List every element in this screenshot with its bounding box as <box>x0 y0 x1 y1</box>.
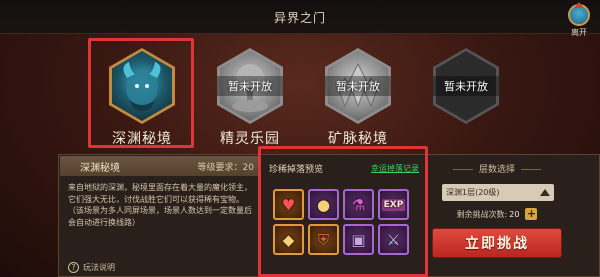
exit-button[interactable]: 离开 <box>564 2 594 38</box>
realm-name: 精灵乐园 <box>220 131 280 147</box>
add-attempts-button[interactable]: + <box>525 208 538 220</box>
title-bar: 异界之门 <box>0 0 600 34</box>
detail-header: 深渊秘境 等级要求：20 <box>60 156 260 176</box>
realm-elf-paradise[interactable]: 暂未开放 精灵乐园 <box>205 48 295 148</box>
floor-dropdown[interactable]: 深渊1层(20级) <box>442 184 554 201</box>
remaining-value: 20 <box>509 209 520 219</box>
floor-panel: 层数选择 深渊1层(20级) 剩余挑战次数: 20 + 立即挑战 <box>432 158 600 274</box>
locked-label: 暂未开放 <box>325 76 391 96</box>
loot-highlight <box>258 146 428 277</box>
help-label: 玩法说明 <box>83 263 115 272</box>
detail-description: 来自地狱的深渊，秘境里面存在着大量的魔化领主，它们强大无比，讨伐战胜它们可以获得… <box>68 183 252 227</box>
question-icon: ? <box>68 262 79 273</box>
challenge-button[interactable]: 立即挑战 <box>432 228 562 258</box>
exit-label: 离开 <box>571 28 587 37</box>
realm-detail: 深渊秘境 等级要求：20 来自地狱的深渊，秘境里面存在着大量的魔化领主，它们强大… <box>60 156 260 277</box>
locked-label: 暂未开放 <box>217 76 283 96</box>
page-title: 异界之门 <box>273 11 326 25</box>
triangle-up-icon <box>540 189 550 196</box>
floor-selected: 深渊1层(20级) <box>446 188 500 197</box>
selection-highlight <box>88 38 194 148</box>
realm-name: 矿脉秘境 <box>328 131 388 147</box>
level-requirement: 等级要求：20 <box>197 162 254 173</box>
detail-name: 深渊秘境 <box>80 162 120 174</box>
floor-select-label: 层数选择 <box>432 162 562 175</box>
locked-label: 暂未开放 <box>433 76 499 96</box>
realm-unknown[interactable]: 暂未开放 <box>421 48 511 128</box>
realm-mine[interactable]: 暂未开放 矿脉秘境 <box>313 48 403 148</box>
house-exit-icon <box>568 2 590 26</box>
help-link[interactable]: ? 玩法说明 <box>68 262 115 273</box>
remaining-challenges: 剩余挑战次数: 20 + <box>456 207 538 220</box>
